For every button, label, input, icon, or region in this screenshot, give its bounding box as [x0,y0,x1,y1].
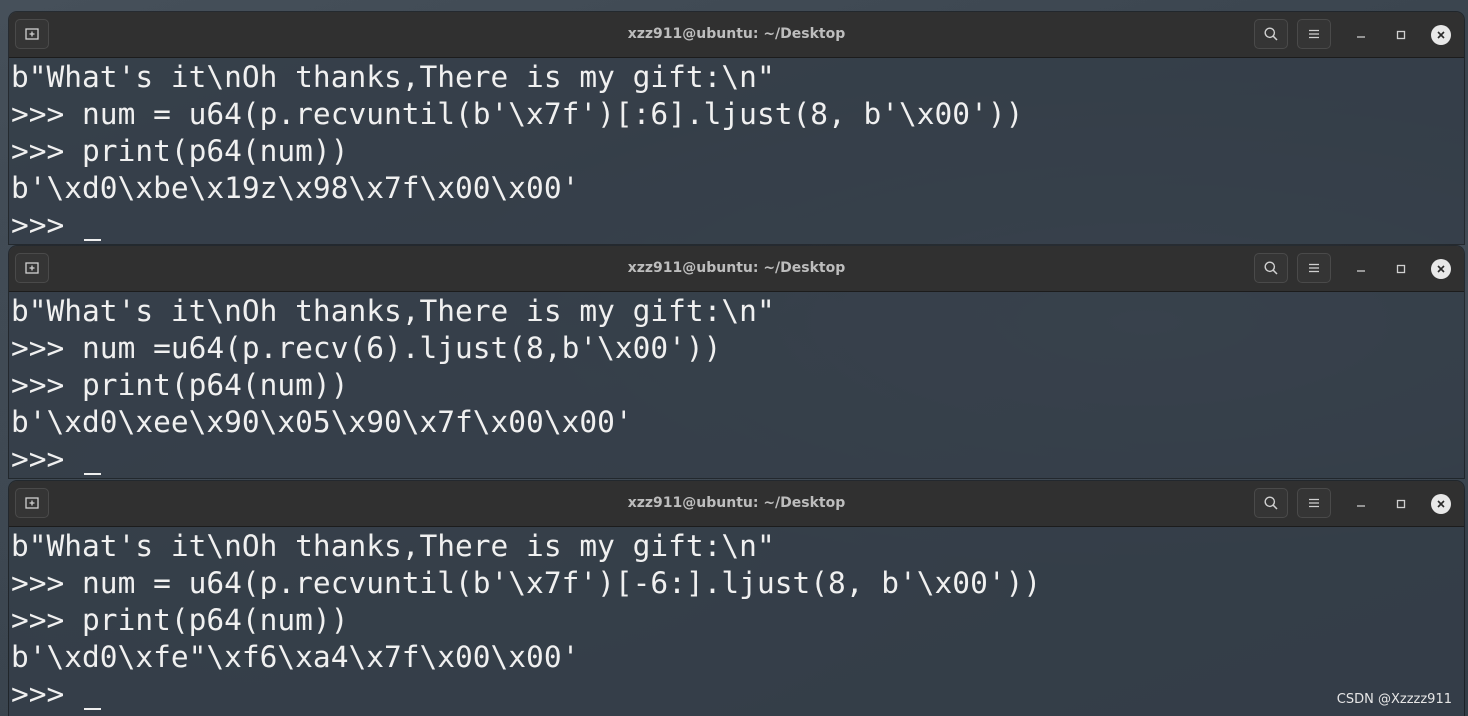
search-button[interactable] [1254,488,1288,518]
maximize-icon [1396,499,1406,509]
close-button[interactable] [1430,493,1452,515]
minimize-button[interactable] [1350,493,1372,515]
output-line: b'\xd0\xbe\x19z\x98\x7f\x00\x00' [11,171,580,205]
search-button[interactable] [1254,19,1288,49]
prompt: >>> [11,677,83,711]
close-button[interactable] [1430,24,1452,46]
search-button[interactable] [1254,253,1288,283]
hamburger-menu-icon [1309,29,1319,39]
terminal-output[interactable]: b"What's it\nOh thanks,There is my gift:… [9,527,1464,716]
window-title: xzz911@ubuntu: ~/Desktop [627,260,846,276]
maximize-button[interactable] [1390,493,1412,515]
window-title: xzz911@ubuntu: ~/Desktop [627,495,846,511]
command-line: >>> print(p64(num)) [11,134,349,168]
prompt-line[interactable]: >>> [11,676,1464,713]
search-icon [1264,261,1278,275]
hamburger-menu-icon [1309,498,1319,508]
menu-button[interactable] [1297,253,1331,283]
terminal-output[interactable]: b"What's it\nOh thanks,There is my gift:… [9,58,1464,244]
close-button[interactable] [1430,258,1452,280]
minimize-icon [1357,36,1365,38]
prompt-line[interactable]: >>> [11,441,1464,478]
output-line: b"What's it\nOh thanks,There is my gift:… [11,294,775,328]
terminal-titlebar[interactable]: xzz911@ubuntu: ~/Desktop [9,481,1464,527]
minimize-button[interactable] [1350,24,1372,46]
new-tab-icon [25,262,39,274]
close-icon [1431,25,1451,45]
window-title: xzz911@ubuntu: ~/Desktop [627,26,846,42]
new-tab-button[interactable] [15,253,49,283]
command-line: >>> num = u64(p.recvuntil(b'\x7f')[:6].l… [11,97,1024,131]
terminal-output[interactable]: b"What's it\nOh thanks,There is my gift:… [9,292,1464,478]
command-line: >>> num = u64(p.recvuntil(b'\x7f')[-6:].… [11,566,1042,600]
text-cursor [84,473,102,475]
new-tab-icon [25,28,39,40]
output-line: b"What's it\nOh thanks,There is my gift:… [11,529,775,563]
terminal-window-1[interactable]: xzz911@ubuntu: ~/Desktop b"What's it\nOh… [9,12,1464,244]
prompt-line[interactable]: >>> [11,207,1464,244]
terminal-titlebar[interactable]: xzz911@ubuntu: ~/Desktop [9,246,1464,292]
command-line: >>> num =u64(p.recv(6).ljust(8,b'\x00')) [11,331,722,365]
close-icon [1431,494,1451,514]
text-cursor [84,239,102,241]
maximize-icon [1396,30,1406,40]
watermark: CSDN @Xzzzz911 [1336,692,1452,707]
prompt: >>> [11,208,83,242]
close-icon [1431,259,1451,279]
output-line: b'\xd0\xee\x90\x05\x90\x7f\x00\x00' [11,405,633,439]
maximize-icon [1396,264,1406,274]
menu-button[interactable] [1297,19,1331,49]
maximize-button[interactable] [1390,24,1412,46]
menu-button[interactable] [1297,488,1331,518]
terminal-titlebar[interactable]: xzz911@ubuntu: ~/Desktop [9,12,1464,58]
maximize-button[interactable] [1390,258,1412,280]
new-tab-button[interactable] [15,19,49,49]
minimize-icon [1357,270,1365,272]
minimize-button[interactable] [1350,258,1372,280]
prompt: >>> [11,442,83,476]
command-line: >>> print(p64(num)) [11,368,349,402]
hamburger-menu-icon [1309,263,1319,273]
output-line: b'\xd0\xfe"\xf6\xa4\x7f\x00\x00' [11,640,580,674]
new-tab-icon [25,497,39,509]
output-line: b"What's it\nOh thanks,There is my gift:… [11,60,775,94]
terminal-window-2[interactable]: xzz911@ubuntu: ~/Desktop b"What's it\nOh… [9,246,1464,478]
search-icon [1264,27,1278,41]
terminal-window-3[interactable]: xzz911@ubuntu: ~/Desktop b"What's it\nOh… [9,481,1464,716]
search-icon [1264,496,1278,510]
new-tab-button[interactable] [15,488,49,518]
command-line: >>> print(p64(num)) [11,603,349,637]
minimize-icon [1357,505,1365,507]
text-cursor [84,708,102,710]
